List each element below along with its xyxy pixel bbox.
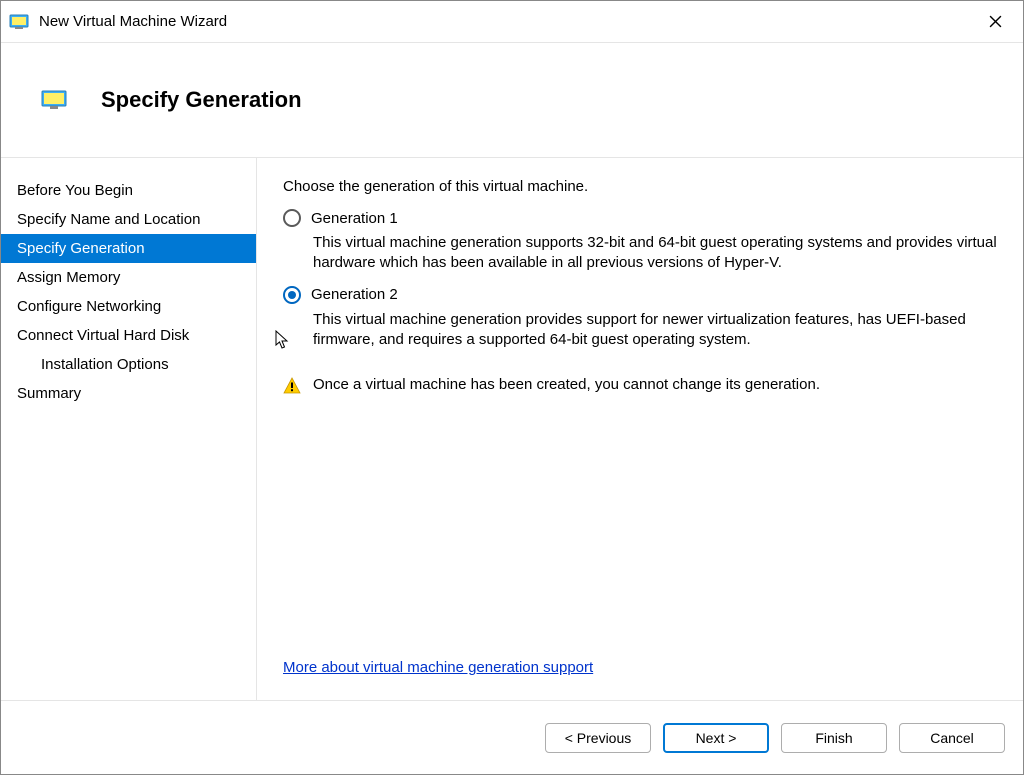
warning-row: Once a virtual machine has been created,… bbox=[283, 376, 997, 395]
page-title: Specify Generation bbox=[101, 87, 302, 113]
wizard-icon bbox=[41, 90, 67, 110]
sidebar-item-assign-memory[interactable]: Assign Memory bbox=[1, 263, 256, 292]
finish-button[interactable]: Finish bbox=[781, 723, 887, 753]
option-description: This virtual machine generation provides… bbox=[313, 310, 997, 351]
radio-generation-2[interactable] bbox=[283, 286, 301, 304]
titlebar: New Virtual Machine Wizard bbox=[1, 1, 1023, 43]
wizard-body: Before You BeginSpecify Name and Locatio… bbox=[1, 158, 1023, 700]
app-icon bbox=[9, 14, 29, 30]
intro-text: Choose the generation of this virtual ma… bbox=[283, 178, 997, 195]
sidebar-item-installation-options[interactable]: Installation Options bbox=[1, 350, 256, 379]
window-title: New Virtual Machine Wizard bbox=[39, 13, 975, 30]
warning-icon bbox=[283, 377, 301, 395]
option-description: This virtual machine generation supports… bbox=[313, 233, 997, 274]
warning-text: Once a virtual machine has been created,… bbox=[313, 376, 820, 393]
sidebar-item-connect-virtual-hard-disk[interactable]: Connect Virtual Hard Disk bbox=[1, 321, 256, 350]
sidebar-item-summary[interactable]: Summary bbox=[1, 379, 256, 408]
wizard-header: Specify Generation bbox=[1, 43, 1023, 158]
sidebar-item-configure-networking[interactable]: Configure Networking bbox=[1, 292, 256, 321]
previous-button[interactable]: < Previous bbox=[545, 723, 651, 753]
wizard-footer: < Previous Next > Finish Cancel bbox=[1, 700, 1023, 774]
wizard-sidebar: Before You BeginSpecify Name and Locatio… bbox=[1, 158, 257, 700]
sidebar-item-before-you-begin[interactable]: Before You Begin bbox=[1, 176, 256, 205]
sidebar-item-specify-generation[interactable]: Specify Generation bbox=[1, 234, 256, 263]
cancel-button[interactable]: Cancel bbox=[899, 723, 1005, 753]
option-label[interactable]: Generation 1 bbox=[311, 210, 398, 227]
radio-generation-1[interactable] bbox=[283, 209, 301, 227]
option-generation-2: Generation 2 This virtual machine genera… bbox=[283, 286, 997, 351]
wizard-content: Choose the generation of this virtual ma… bbox=[257, 158, 1023, 700]
option-label[interactable]: Generation 2 bbox=[311, 286, 398, 303]
close-button[interactable] bbox=[975, 1, 1015, 43]
sidebar-item-specify-name-and-location[interactable]: Specify Name and Location bbox=[1, 205, 256, 234]
next-button[interactable]: Next > bbox=[663, 723, 769, 753]
help-link[interactable]: More about virtual machine generation su… bbox=[283, 659, 997, 676]
option-generation-1: Generation 1 This virtual machine genera… bbox=[283, 209, 997, 274]
